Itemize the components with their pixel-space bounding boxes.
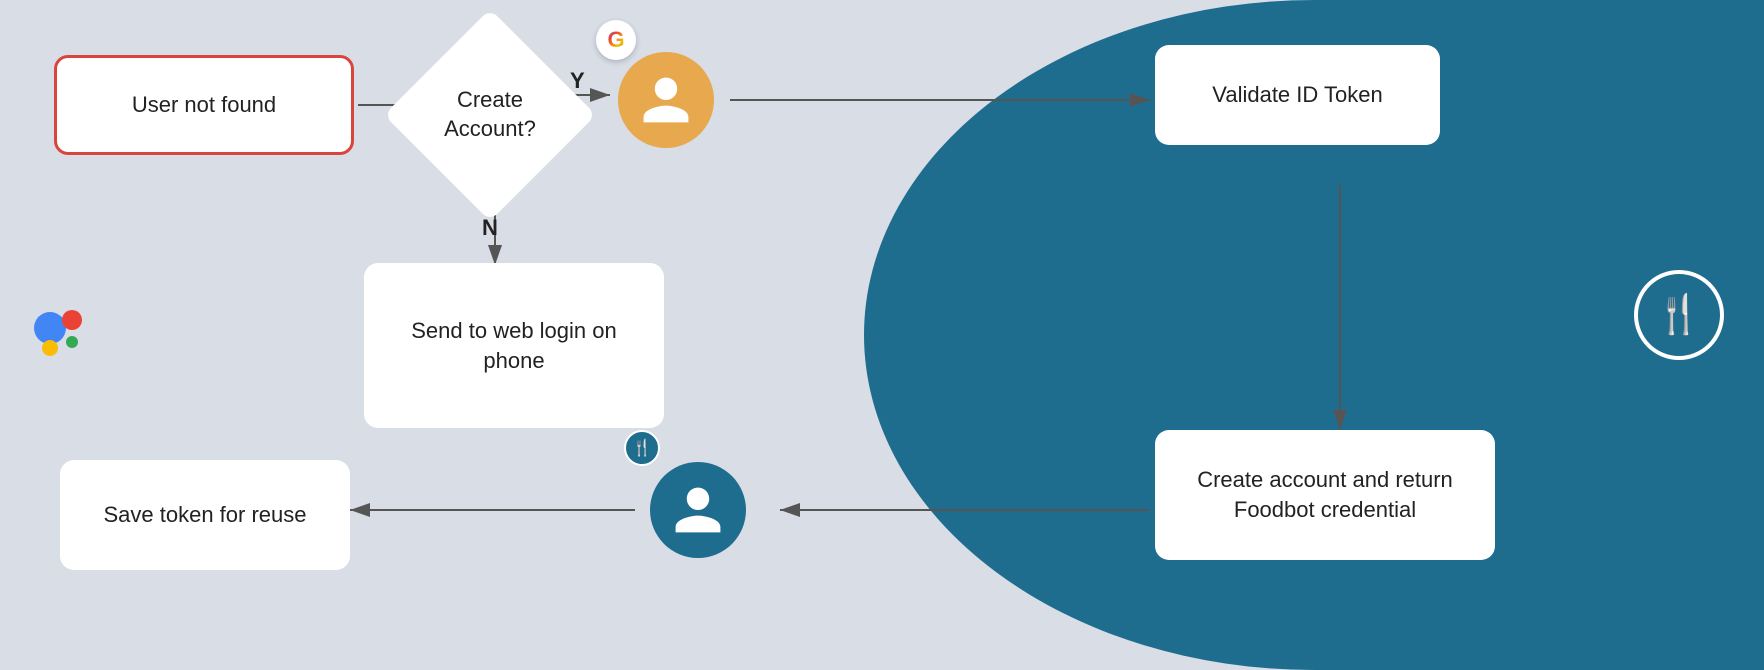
send-to-web-label: Send to web login on phone [384,316,644,375]
send-to-web-box: Send to web login on phone [364,263,664,428]
save-token-label: Save token for reuse [103,500,306,530]
create-account-label: Create Account? [444,86,536,143]
foodbot-user-svg [670,482,726,538]
yes-label: Y [570,68,585,94]
create-account-diamond-container: Create Account? [390,15,590,215]
foodbot-fork-badge: 🍴 [624,430,660,466]
create-account-return-label: Create account and return Foodbot creden… [1175,465,1475,524]
google-user-icon [618,52,714,148]
foodbot-user-icon [650,462,746,558]
save-token-box: Save token for reuse [60,460,350,570]
user-not-found-box: User not found [54,55,354,155]
user-svg [638,72,694,128]
validate-id-box: Validate ID Token [1155,45,1440,145]
large-fork-icon: 🍴 [1634,270,1724,360]
user-not-found-label: User not found [132,90,276,120]
assistant-svg [20,290,100,370]
google-assistant-icon [20,290,100,375]
no-label: N [482,215,498,241]
create-account-return-box: Create account and return Foodbot creden… [1155,430,1495,560]
google-g-badge: G [596,20,636,60]
validate-id-label: Validate ID Token [1212,80,1382,110]
